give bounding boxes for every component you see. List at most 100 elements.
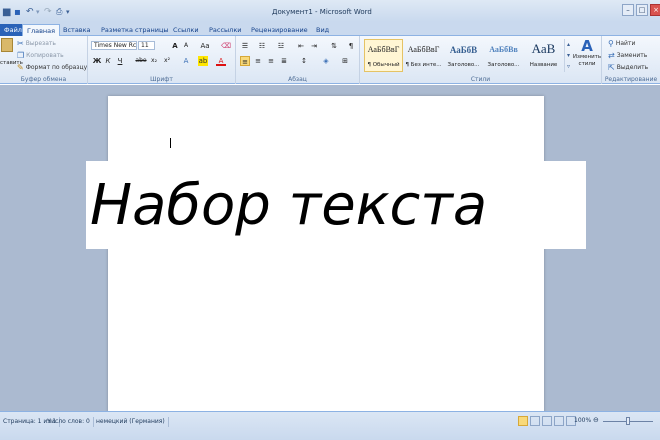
- editing-group: ⚲ Найти ⇄ Заменить ⇱ Выделить Редактировани…: [602, 36, 660, 84]
- select-button[interactable]: ⇱ Выделить: [608, 63, 648, 72]
- tab-mailings[interactable]: Рассылки: [205, 24, 246, 36]
- style-sample: АаБбВв: [489, 45, 518, 54]
- font-label: Шрифт: [150, 76, 173, 83]
- style-sample: АаБбВ: [449, 45, 478, 55]
- pilcrow-icon[interactable]: ¶: [346, 41, 356, 51]
- save-icon[interactable]: ▪: [14, 6, 21, 18]
- strikethrough-button[interactable]: abe: [134, 56, 148, 66]
- style-sample: АаБбВвГ: [367, 45, 400, 54]
- document-page[interactable]: [108, 96, 544, 416]
- styles-scroll[interactable]: ▴ ▾ ▿: [564, 39, 572, 72]
- replace-button[interactable]: ⇄ Заменить: [608, 51, 647, 60]
- tab-view[interactable]: Вид: [312, 24, 333, 36]
- clipboard-group: ставить ✂ Вырезать ❐ Копировать ✎ Формат по…: [0, 36, 88, 84]
- tab-layout[interactable]: Разметка страницы: [97, 24, 173, 36]
- cut-button[interactable]: ✂ Вырезать: [17, 39, 56, 48]
- text-cursor: [170, 138, 171, 148]
- brush-icon: ✎: [17, 63, 24, 72]
- justify-icon[interactable]: ≣: [279, 56, 289, 66]
- minimize-button[interactable]: –: [622, 4, 634, 16]
- reading-view-icon[interactable]: [530, 416, 540, 426]
- align-center-icon[interactable]: ≡: [253, 56, 263, 66]
- word-count[interactable]: Число слов: 0: [44, 417, 94, 427]
- outline-icon[interactable]: [554, 416, 564, 426]
- style-name: ¶ Без инте...: [405, 62, 442, 68]
- paste-button[interactable]: ставить: [0, 38, 23, 68]
- format-painter-label: Формат по образцу: [25, 64, 88, 71]
- change-styles-icon: A: [581, 37, 593, 55]
- shrink-font-button[interactable]: A: [181, 41, 191, 51]
- tab-references[interactable]: Ссылки: [169, 24, 203, 36]
- style-heading2[interactable]: АаБбВв Заголово...: [484, 39, 523, 72]
- cursor-icon: ⇱: [608, 63, 615, 72]
- language-indicator[interactable]: немецкий (Германия): [93, 417, 169, 427]
- zoom-slider-thumb[interactable]: [626, 417, 630, 425]
- copy-icon: ❐: [17, 51, 25, 60]
- print-layout-icon[interactable]: [518, 416, 528, 426]
- undo-icon[interactable]: ↶: [26, 6, 34, 18]
- editing-label: Редактирование: [604, 76, 658, 83]
- web-layout-icon[interactable]: [542, 416, 552, 426]
- decrease-indent-icon[interactable]: ⇤: [296, 41, 306, 51]
- change-case-button[interactable]: Aa: [198, 41, 212, 51]
- align-left-icon[interactable]: ≡: [240, 56, 250, 66]
- text-effects-icon[interactable]: A: [181, 56, 191, 66]
- style-sample: АаВ: [531, 41, 556, 56]
- pasted-text-image: Набор текста: [86, 161, 586, 249]
- font-name-input[interactable]: Times New Rc: [91, 41, 137, 50]
- font-group: Times New Rc 11 A A Aa ⌫ Ж К Ч abe x₂ x²…: [88, 36, 236, 84]
- increase-indent-icon[interactable]: ⇥: [309, 41, 319, 51]
- dropdown-icon[interactable]: ▾: [36, 6, 40, 18]
- paragraph-group: ☰ ☷ ☳ ⇤ ⇥ ⇅ ¶ ≡ ≡ ≡ ≣ ↕ ◈ ⊞ Абзац: [236, 36, 360, 84]
- styles-label: Стили: [470, 76, 491, 83]
- bullets-icon[interactable]: ☰: [240, 41, 250, 51]
- title-bar: ■ ▪ ↶ ▾ ↷ ⎙ ▾ Документ1 - Microsoft Word…: [0, 0, 660, 22]
- clipboard-label: Буфер обмена: [20, 76, 67, 83]
- replace-icon: ⇄: [608, 51, 615, 60]
- sort-icon[interactable]: ⇅: [329, 41, 339, 51]
- tab-review[interactable]: Рецензирование: [247, 24, 312, 36]
- underline-button[interactable]: Ч: [115, 56, 125, 66]
- style-title[interactable]: АаВ Название: [524, 39, 563, 72]
- find-button[interactable]: ⚲ Найти: [608, 39, 635, 48]
- style-name: Заголово...: [487, 62, 520, 68]
- format-painter-button[interactable]: ✎ Формат по образцу: [17, 63, 87, 72]
- numbering-icon[interactable]: ☷: [257, 41, 267, 51]
- italic-button[interactable]: К: [103, 56, 113, 66]
- bold-button[interactable]: Ж: [92, 56, 102, 66]
- highlight-icon[interactable]: ab: [198, 56, 208, 66]
- zoom-out-icon[interactable]: ⊖: [593, 416, 599, 424]
- word-icon[interactable]: ■: [2, 6, 11, 18]
- font-size-input[interactable]: 11: [138, 41, 155, 50]
- style-normal[interactable]: АаБбВвГ ¶ Обычный: [364, 39, 403, 72]
- superscript-button[interactable]: x²: [162, 56, 172, 66]
- grow-font-button[interactable]: A: [170, 41, 180, 51]
- close-button[interactable]: ×: [650, 4, 660, 16]
- ribbon: ставить ✂ Вырезать ❐ Копировать ✎ Формат по…: [0, 36, 660, 84]
- line-spacing-icon[interactable]: ↕: [299, 56, 309, 66]
- style-no-spacing[interactable]: АаБбВвГ ¶ Без инте...: [404, 39, 443, 72]
- style-name: ¶ Обычный: [367, 62, 400, 68]
- maximize-button[interactable]: □: [636, 4, 648, 16]
- change-styles-button[interactable]: A Изменить стили: [572, 38, 602, 68]
- zoom-level[interactable]: 100%: [574, 417, 591, 424]
- font-color-icon[interactable]: A: [216, 56, 226, 66]
- customize-qat-icon[interactable]: ▾: [66, 6, 70, 18]
- find-label: Найти: [615, 40, 636, 47]
- redo-icon[interactable]: ↷: [44, 6, 52, 18]
- paragraph-label: Абзац: [288, 76, 307, 83]
- shading-icon[interactable]: ◈: [321, 56, 331, 66]
- copy-button[interactable]: ❐ Копировать: [17, 51, 64, 60]
- style-name: Заголово...: [447, 62, 480, 68]
- tab-insert[interactable]: Вставка: [59, 24, 95, 36]
- clear-format-icon[interactable]: ⌫: [221, 41, 231, 51]
- subscript-button[interactable]: x₂: [149, 56, 159, 66]
- borders-icon[interactable]: ⊞: [340, 56, 350, 66]
- align-right-icon[interactable]: ≡: [266, 56, 276, 66]
- style-heading1[interactable]: АаБбВ Заголово...: [444, 39, 483, 72]
- document-text: Набор текста: [90, 172, 488, 238]
- document-area: Набор текста: [0, 85, 660, 416]
- ribbon-tabs: Файл Главная Вставка Разметка страницы С…: [0, 22, 660, 37]
- print-icon[interactable]: ⎙: [56, 6, 62, 18]
- multilevel-list-icon[interactable]: ☳: [276, 41, 286, 51]
